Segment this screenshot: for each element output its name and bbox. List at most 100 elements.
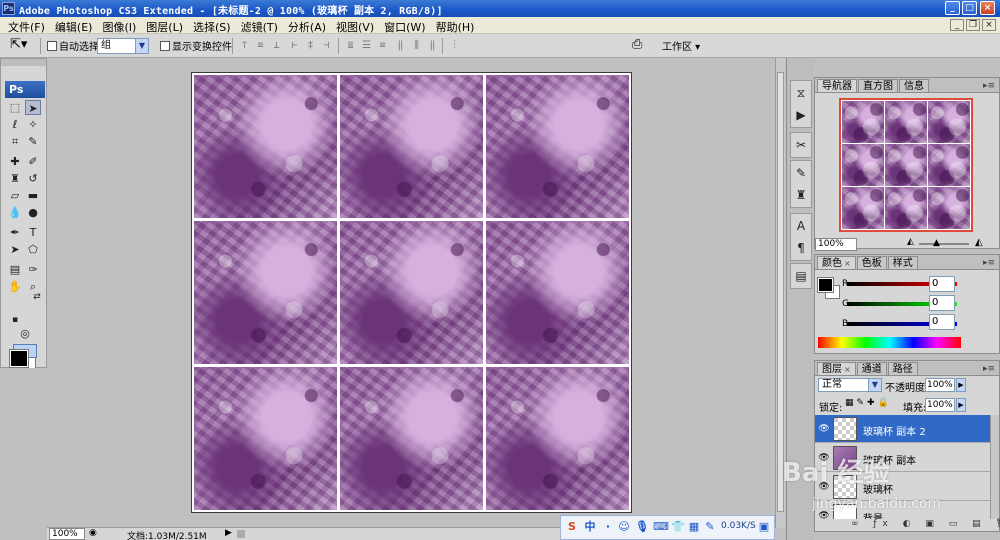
zoom-slider-thumb[interactable]: ▲ <box>933 238 940 248</box>
tab-navigator[interactable]: 导航器 <box>817 79 857 92</box>
pen-tool-icon[interactable]: ✒ <box>7 225 23 240</box>
fill-slider-button[interactable]: ▶ <box>956 398 966 412</box>
history-panel-icon[interactable]: ⧖ <box>791 83 811 103</box>
fill-field[interactable]: 100% <box>925 398 955 412</box>
r-value-field[interactable]: 0 <box>929 276 955 292</box>
layers-scrollbar[interactable] <box>990 415 999 519</box>
workspace-icon[interactable]: ⎙ <box>632 37 642 52</box>
tool-presets-icon[interactable]: ✂ <box>791 135 811 155</box>
auto-select-checkbox[interactable]: 自动选择: <box>47 38 102 53</box>
close-button[interactable]: × <box>980 1 995 15</box>
layer-actions-bar[interactable]: ∞ ƒx ◐ ▣ ▭ ▤ 🗑 <box>815 519 1000 531</box>
status-icon[interactable]: ◉ <box>89 528 97 538</box>
move-tool-icon[interactable]: ⇱▾ <box>10 37 27 52</box>
type-tool-icon[interactable]: T <box>25 225 41 240</box>
distribute-left-icon[interactable]: ‖ <box>394 40 407 52</box>
slice-tool-icon[interactable]: ✎ <box>25 134 41 149</box>
marquee-tool-icon[interactable]: ⬚ <box>7 100 23 115</box>
layer-row[interactable]: 👁 玻璃杯 副本 <box>815 444 990 472</box>
clone-source-icon[interactable]: ♜ <box>791 185 811 205</box>
document-canvas[interactable] <box>191 72 632 513</box>
apps-icon[interactable]: ▦ <box>687 520 701 534</box>
tab-styles[interactable]: 样式 <box>887 256 918 269</box>
dodge-tool-icon[interactable]: ● <box>25 205 41 220</box>
tab-info[interactable]: 信息 <box>899 79 929 92</box>
align-vcenter-icon[interactable]: ≡ <box>254 40 267 52</box>
tab-paths[interactable]: 路径 <box>887 362 918 375</box>
blend-mode-dropdown[interactable]: 正常 ▼ <box>818 378 882 392</box>
g-value-field[interactable]: 0 <box>929 295 955 311</box>
align-right-icon[interactable]: ⊣ <box>320 40 333 52</box>
brushes-panel-icon[interactable]: ✎ <box>791 163 811 183</box>
b-value-field[interactable]: 0 <box>929 314 955 330</box>
keyboard-icon[interactable]: ⌨ <box>653 520 669 534</box>
align-top-icon[interactable]: ⊤ <box>238 40 251 52</box>
healing-brush-tool-icon[interactable]: ✚ <box>7 154 23 169</box>
zoom-out-icon[interactable]: ◭ <box>907 237 914 247</box>
move-tool-icon[interactable]: ➤ <box>25 100 41 115</box>
gradient-tool-icon[interactable]: ▬ <box>25 188 41 203</box>
history-brush-tool-icon[interactable]: ↺ <box>25 171 41 186</box>
lasso-tool-icon[interactable]: ℓ <box>7 117 23 132</box>
brush-tool-icon[interactable]: ✐ <box>25 154 41 169</box>
shape-tool-icon[interactable]: ⬠ <box>25 242 41 257</box>
zoom-in-icon[interactable]: ◭ <box>975 237 983 248</box>
tab-histogram[interactable]: 直方图 <box>858 79 898 92</box>
auto-select-dropdown[interactable]: 组 ▼ <box>97 38 149 54</box>
notes-tool-icon[interactable]: ▤ <box>7 262 23 277</box>
vertical-scrollbar[interactable] <box>775 58 785 528</box>
tools-icon[interactable]: ✎ <box>703 520 717 534</box>
navigator-thumbnail[interactable] <box>839 98 973 232</box>
zoom-slider[interactable] <box>919 243 969 245</box>
tab-color[interactable]: 颜色 × <box>817 256 856 269</box>
eye-icon[interactable]: 👁 <box>817 509 831 519</box>
blur-tool-icon[interactable]: 💧 <box>7 205 23 220</box>
workspace-menu[interactable]: 工作区 ▾ <box>662 38 700 53</box>
align-hcenter-icon[interactable]: ‡ <box>304 40 317 52</box>
fg-color-chip[interactable] <box>817 277 834 293</box>
layer-row[interactable]: 👁 背景 <box>815 502 990 519</box>
panel-menu-icon[interactable]: ▸≡ <box>983 81 995 91</box>
foreground-color-swatch[interactable] <box>9 349 29 368</box>
distribute-hcenter-icon[interactable]: ⫼ <box>410 40 423 52</box>
lock-icons[interactable]: ▦✎✚🔒 <box>845 398 892 408</box>
scroll-thumb[interactable] <box>777 72 784 512</box>
panel-menu-icon[interactable]: ▸≡ <box>983 258 995 268</box>
doc-close-button[interactable]: × <box>982 19 996 31</box>
status-zoom-field[interactable]: 100% <box>49 528 85 540</box>
hscroll-left[interactable] <box>237 530 245 538</box>
ime-mode-icon[interactable]: 中 <box>583 520 597 534</box>
tab-channels[interactable]: 通道 <box>856 362 887 375</box>
distribute-bottom-icon[interactable]: ≡ <box>376 40 389 52</box>
palette-grip[interactable] <box>1 59 46 66</box>
color-spectrum-bar[interactable] <box>818 337 961 348</box>
eye-icon[interactable]: 👁 <box>817 451 831 465</box>
crop-tool-icon[interactable]: ⌗ <box>7 134 23 149</box>
skin-icon[interactable]: 👕 <box>671 520 685 534</box>
opacity-slider-button[interactable]: ▶ <box>956 378 966 392</box>
emoji-icon[interactable]: ☺ <box>617 520 631 534</box>
doc-restore-button[interactable]: ❐ <box>966 19 980 31</box>
eyedropper-tool-icon[interactable]: ✑ <box>25 262 41 277</box>
distribute-vcenter-icon[interactable]: ☰ <box>360 40 373 52</box>
character-panel-icon[interactable]: A <box>791 216 811 236</box>
swap-colors-icon[interactable]: ⇄ <box>29 290 45 305</box>
clone-stamp-tool-icon[interactable]: ♜ <box>7 171 23 186</box>
distribute-right-icon[interactable]: ‖ <box>426 40 439 52</box>
auto-align-icon[interactable]: ⫶ <box>448 40 461 52</box>
maximize-button[interactable]: □ <box>962 1 977 15</box>
sogou-ime-icon[interactable]: S <box>565 520 579 534</box>
tab-layers[interactable]: 图层 × <box>817 362 856 375</box>
navigator-zoom-field[interactable]: 100% <box>815 238 857 251</box>
tab-swatches[interactable]: 色板 <box>856 256 887 269</box>
eye-icon[interactable]: 👁 <box>817 422 831 436</box>
status-menu-arrow[interactable]: ▶ <box>225 528 232 538</box>
hand-tool-icon[interactable]: ✋ <box>7 279 23 294</box>
magic-wand-tool-icon[interactable]: ✧ <box>25 117 41 132</box>
layer-row[interactable]: 👁 玻璃杯 副本 2 <box>815 415 990 443</box>
layer-comps-icon[interactable]: ▤ <box>791 266 811 286</box>
tray-menu-icon[interactable]: ▣ <box>757 520 771 534</box>
paragraph-panel-icon[interactable]: ¶ <box>791 238 811 258</box>
align-bottom-icon[interactable]: ⊥ <box>270 40 283 52</box>
layer-row[interactable]: 👁 玻璃杯 <box>815 473 990 501</box>
